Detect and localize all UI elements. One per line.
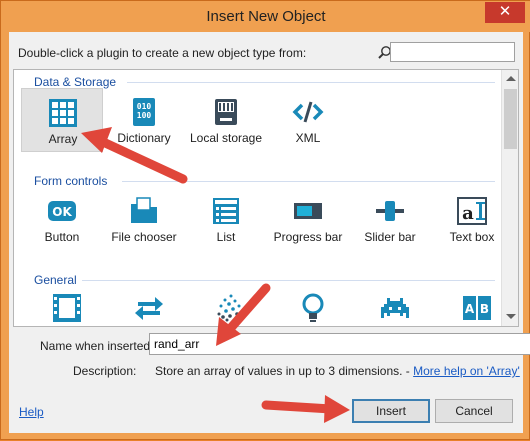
arrow-to-insert-button-icon — [261, 395, 350, 423]
arrow-to-name-input-icon — [216, 283, 271, 346]
insert-object-dialog: Insert New Object ✕ Double-click a plugi… — [0, 0, 530, 440]
arrow-to-array-icon — [81, 127, 188, 184]
annotation-arrows — [81, 127, 350, 423]
